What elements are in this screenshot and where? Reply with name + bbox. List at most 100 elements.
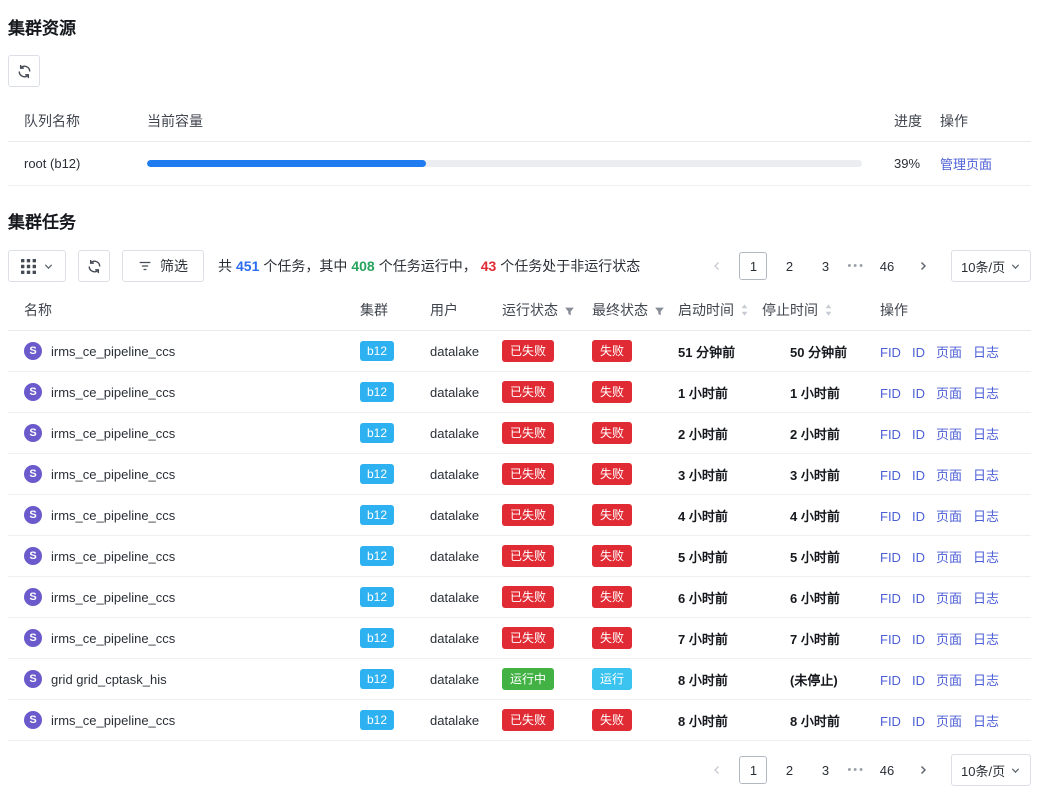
final-status-badge: 运行 <box>592 668 632 690</box>
page-link[interactable]: 页面 <box>936 386 962 401</box>
summary-text: 共 <box>218 256 232 276</box>
page-button-3[interactable]: 3 <box>811 756 839 784</box>
col-user: 用户 <box>414 290 486 331</box>
avatar: S <box>24 342 42 360</box>
fid-link[interactable]: FID <box>880 714 901 729</box>
user-label: datalake <box>414 331 486 372</box>
refresh-button[interactable] <box>8 55 40 87</box>
log-link[interactable]: 日志 <box>973 468 999 483</box>
table-row: Sirms_ce_pipeline_ccs b12 datalake 已失败 失… <box>8 618 1031 659</box>
id-link[interactable]: ID <box>912 673 925 688</box>
task-name: irms_ce_pipeline_ccs <box>51 508 175 523</box>
log-link[interactable]: 日志 <box>973 673 999 688</box>
id-link[interactable]: ID <box>912 714 925 729</box>
page-link[interactable]: 页面 <box>936 591 962 606</box>
page-button-2[interactable]: 2 <box>775 756 803 784</box>
column-config-button[interactable] <box>8 250 66 282</box>
id-link[interactable]: ID <box>912 468 925 483</box>
refresh-tasks-button[interactable] <box>78 250 110 282</box>
page-button-1[interactable]: 1 <box>739 756 767 784</box>
cluster-tag: b12 <box>360 505 394 525</box>
id-link[interactable]: ID <box>912 591 925 606</box>
page-link[interactable]: 页面 <box>936 714 962 729</box>
run-status-badge: 已失败 <box>502 463 554 485</box>
user-label: datalake <box>414 618 486 659</box>
final-status-badge: 失败 <box>592 586 632 608</box>
page-link[interactable]: 页面 <box>936 632 962 647</box>
id-link[interactable]: ID <box>912 509 925 524</box>
table-row: Sirms_ce_pipeline_ccs b12 datalake 已失败 失… <box>8 700 1031 741</box>
sorter-icon[interactable] <box>824 303 833 317</box>
fid-link[interactable]: FID <box>880 509 901 524</box>
fid-link[interactable]: FID <box>880 550 901 565</box>
cluster-resources-table: 队列名称 当前容量 进度 操作 root (b12) 39% 管理页面 <box>8 101 1031 186</box>
chevron-down-icon <box>1010 261 1021 272</box>
start-time: 3 小时前 <box>662 454 746 495</box>
filter-button[interactable]: 筛选 <box>122 250 204 282</box>
fid-link[interactable]: FID <box>880 345 901 360</box>
log-link[interactable]: 日志 <box>973 345 999 360</box>
pagination-ellipsis: ••• <box>847 764 865 776</box>
fid-link[interactable]: FID <box>880 468 901 483</box>
cluster-tag: b12 <box>360 464 394 484</box>
log-link[interactable]: 日志 <box>973 591 999 606</box>
log-link[interactable]: 日志 <box>973 386 999 401</box>
cluster-tasks-title: 集群任务 <box>8 208 1031 233</box>
queue-name: root (b12) <box>8 142 131 186</box>
page-button-last[interactable]: 46 <box>873 252 901 280</box>
page-link[interactable]: 页面 <box>936 673 962 688</box>
run-status-badge: 已失败 <box>502 340 554 362</box>
run-status-badge: 已失败 <box>502 586 554 608</box>
final-status-badge: 失败 <box>592 381 632 403</box>
id-link[interactable]: ID <box>912 345 925 360</box>
prev-page-button[interactable] <box>703 756 731 784</box>
filter-funnel-icon[interactable] <box>564 306 575 317</box>
prev-page-button[interactable] <box>703 252 731 280</box>
start-time: 4 小时前 <box>662 495 746 536</box>
page-size-select[interactable]: 10条/页 <box>951 250 1031 282</box>
fid-link[interactable]: FID <box>880 632 901 647</box>
log-link[interactable]: 日志 <box>973 632 999 647</box>
page-link[interactable]: 页面 <box>936 468 962 483</box>
summary-text: 个任务运行中， <box>379 256 477 276</box>
page-link[interactable]: 页面 <box>936 345 962 360</box>
page-button-3[interactable]: 3 <box>811 252 839 280</box>
summary-text: 个任务处于非运行状态 <box>500 256 640 276</box>
col-action: 操作 <box>864 290 1031 331</box>
sorter-icon[interactable] <box>740 303 749 317</box>
page-link[interactable]: 页面 <box>936 550 962 565</box>
id-link[interactable]: ID <box>912 386 925 401</box>
next-page-button[interactable] <box>909 756 937 784</box>
log-link[interactable]: 日志 <box>973 714 999 729</box>
log-link[interactable]: 日志 <box>973 509 999 524</box>
next-page-button[interactable] <box>909 252 937 280</box>
id-link[interactable]: ID <box>912 427 925 442</box>
chevron-left-icon <box>711 260 723 272</box>
avatar: S <box>24 383 42 401</box>
user-label: datalake <box>414 495 486 536</box>
cluster-tag: b12 <box>360 423 394 443</box>
log-link[interactable]: 日志 <box>973 550 999 565</box>
filter-funnel-icon[interactable] <box>654 306 665 317</box>
id-link[interactable]: ID <box>912 632 925 647</box>
page-link[interactable]: 页面 <box>936 509 962 524</box>
manage-page-link[interactable]: 管理页面 <box>940 157 992 172</box>
fid-link[interactable]: FID <box>880 591 901 606</box>
running-count: 408 <box>351 258 374 274</box>
page-button-1[interactable]: 1 <box>739 252 767 280</box>
page-size-select[interactable]: 10条/页 <box>951 754 1031 786</box>
log-link[interactable]: 日志 <box>973 427 999 442</box>
run-status-badge: 已失败 <box>502 709 554 731</box>
capacity-progress-bar <box>147 160 862 167</box>
page-button-2[interactable]: 2 <box>775 252 803 280</box>
col-stop-time: 停止时间 <box>746 290 864 331</box>
table-row: Sirms_ce_pipeline_ccs b12 datalake 已失败 失… <box>8 454 1031 495</box>
id-link[interactable]: ID <box>912 550 925 565</box>
page-button-last[interactable]: 46 <box>873 756 901 784</box>
fid-link[interactable]: FID <box>880 386 901 401</box>
cluster-tasks-table: 名称 集群 用户 运行状态 最终状态 启动时间 停止时间 操作 Sirms_ce… <box>8 290 1031 741</box>
page-link[interactable]: 页面 <box>936 427 962 442</box>
fid-link[interactable]: FID <box>880 673 901 688</box>
fid-link[interactable]: FID <box>880 427 901 442</box>
start-time: 1 小时前 <box>662 372 746 413</box>
